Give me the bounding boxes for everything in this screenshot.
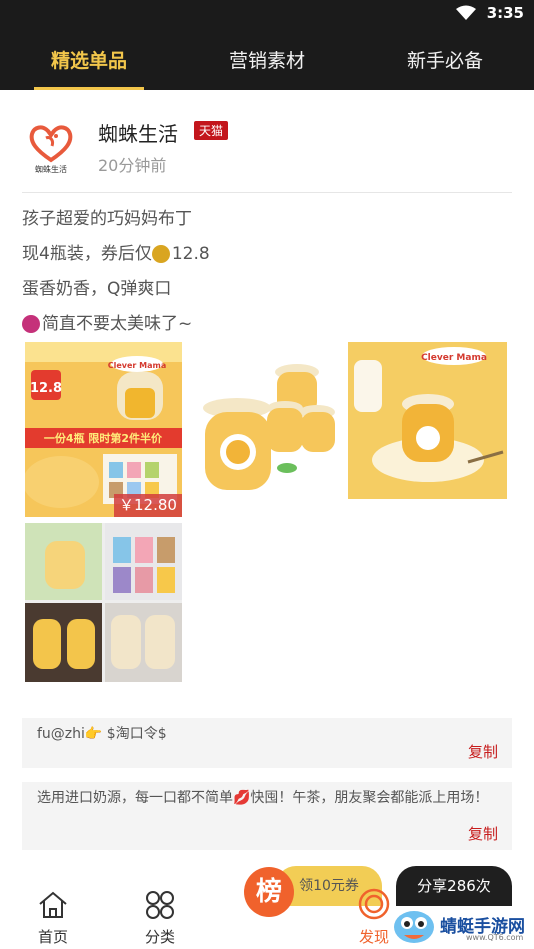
desc-line-2: 现4瓶装，券后仅 12.8 bbox=[22, 244, 210, 264]
svg-text:Clever Mama: Clever Mama bbox=[421, 353, 487, 363]
svg-text:12.8: 12.8 bbox=[30, 381, 62, 396]
copy-box-text: fu@zhi👉 $淘口令$ bbox=[37, 726, 167, 742]
tab-marketing-materials[interactable]: 营销素材 bbox=[178, 28, 356, 90]
category-icon bbox=[146, 891, 174, 919]
price-tag: ￥12.80 bbox=[114, 494, 182, 517]
shop-header: 蜘蛛生活 蜘蛛生活 天猫 20分钟前 bbox=[22, 110, 512, 192]
product-image-4[interactable] bbox=[25, 523, 182, 682]
product-image-3[interactable]: Clever Mama bbox=[348, 342, 507, 499]
shop-logo[interactable]: 蜘蛛生活 bbox=[22, 116, 80, 178]
copy-box-taokouling: fu@zhi👉 $淘口令$ 复制 bbox=[22, 718, 512, 768]
product-image-1[interactable]: Clever Mama 12.8 一份4瓶 限时第2件半价 bbox=[25, 342, 182, 517]
money-bag-icon bbox=[151, 245, 170, 263]
desc-line-1: 孩子超爱的巧妈妈布丁 bbox=[22, 209, 192, 229]
shop-name[interactable]: 蜘蛛生活 bbox=[98, 118, 178, 147]
copy-box-description: 选用进口奶源，每一口都不简单💋快囤！午茶，朋友聚会都能派上用场！ 复制 bbox=[22, 782, 512, 850]
copy-button[interactable]: 复制 bbox=[468, 741, 498, 762]
rank-button[interactable]: 榜 bbox=[244, 867, 294, 917]
copy-box-text: 选用进口奶源，每一口都不简单💋快囤！午茶，朋友聚会都能派上用场！ bbox=[37, 790, 489, 806]
copy-button[interactable]: 复制 bbox=[468, 823, 498, 844]
divider bbox=[22, 192, 512, 193]
wifi-icon bbox=[456, 5, 476, 20]
desc-line-4: 简直不要太美味了~ bbox=[22, 307, 512, 342]
svg-text:蜘蛛生活: 蜘蛛生活 bbox=[35, 164, 67, 174]
nav-home-label: 首页 bbox=[37, 928, 68, 946]
tmall-badge: 天猫 bbox=[194, 121, 229, 140]
home-icon bbox=[39, 891, 67, 918]
svg-text:一份4瓶 限时第2件半价: 一份4瓶 限时第2件半价 bbox=[44, 431, 163, 445]
post-time: 20分钟前 bbox=[98, 156, 167, 175]
status-bar: 3:35 bbox=[0, 0, 534, 28]
post-description: 孩子超爱的巧妈妈布丁 现4瓶装，券后仅 12.8 蛋香奶香，Q弹爽口 简直不要太美… bbox=[22, 202, 512, 342]
tab-beginner-essentials[interactable]: 新手必备 bbox=[356, 28, 534, 90]
kiss-lips-icon bbox=[22, 315, 40, 333]
nav-category-label: 分类 bbox=[144, 928, 175, 946]
product-image-2[interactable] bbox=[187, 342, 344, 499]
tab-selected-products[interactable]: 精选单品 bbox=[0, 28, 178, 90]
svg-text:Clever Mama: Clever Mama bbox=[108, 361, 167, 370]
status-time: 3:35 bbox=[486, 4, 524, 22]
desc-line-3: 蛋香奶香，Q弹爽口 bbox=[22, 279, 172, 299]
top-tab-bar: 精选单品 营销素材 新手必备 bbox=[0, 28, 534, 90]
watermark-url: www.QT6.com bbox=[466, 933, 524, 942]
